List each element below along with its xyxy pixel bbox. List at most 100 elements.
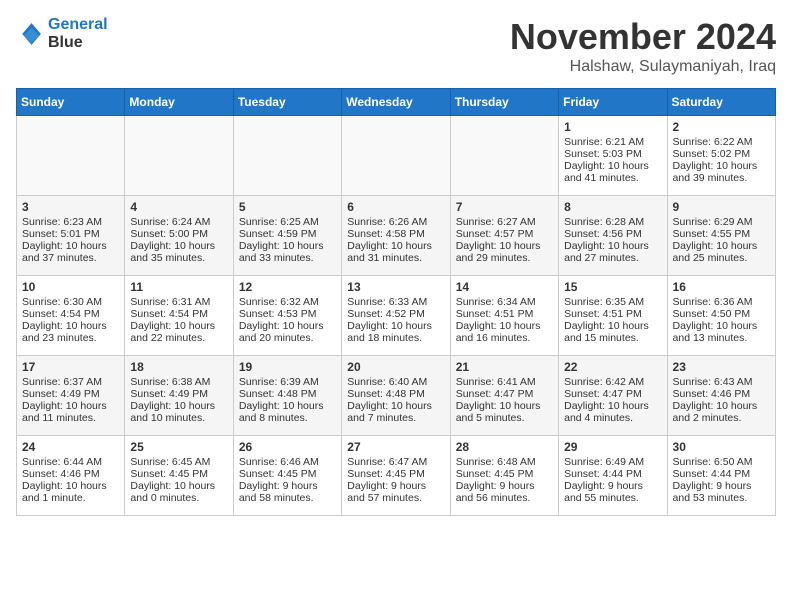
logo-text: General Blue: [48, 16, 108, 52]
day-info-line: Sunset: 4:49 PM: [130, 388, 227, 400]
day-number: 6: [347, 200, 444, 214]
day-info-line: Sunrise: 6:26 AM: [347, 216, 444, 228]
day-info-line: Sunset: 4:45 PM: [456, 468, 553, 480]
day-info-line: Sunrise: 6:41 AM: [456, 376, 553, 388]
day-info-line: Daylight: 10 hours: [564, 240, 661, 252]
day-info-line: Sunrise: 6:48 AM: [456, 456, 553, 468]
calendar-cell: 8Sunrise: 6:28 AMSunset: 4:56 PMDaylight…: [559, 196, 667, 276]
day-info-line: Sunset: 4:46 PM: [673, 388, 770, 400]
day-info-line: Sunset: 4:50 PM: [673, 308, 770, 320]
day-info-line: and 2 minutes.: [673, 412, 770, 424]
day-info-line: and 35 minutes.: [130, 252, 227, 264]
day-info-line: Sunrise: 6:37 AM: [22, 376, 119, 388]
day-info-line: Sunrise: 6:34 AM: [456, 296, 553, 308]
day-number: 30: [673, 440, 770, 454]
day-info-line: Sunset: 4:52 PM: [347, 308, 444, 320]
day-info-line: Daylight: 10 hours: [673, 400, 770, 412]
calendar-cell: [342, 116, 450, 196]
day-number: 16: [673, 280, 770, 294]
day-info-line: Daylight: 9 hours: [564, 480, 661, 492]
day-info-line: Sunrise: 6:32 AM: [239, 296, 336, 308]
day-info-line: Daylight: 10 hours: [673, 320, 770, 332]
calendar-cell: 5Sunrise: 6:25 AMSunset: 4:59 PMDaylight…: [233, 196, 341, 276]
calendar-cell: 18Sunrise: 6:38 AMSunset: 4:49 PMDayligh…: [125, 356, 233, 436]
day-info-line: and 13 minutes.: [673, 332, 770, 344]
day-info-line: Sunrise: 6:39 AM: [239, 376, 336, 388]
day-info-line: Sunset: 4:44 PM: [673, 468, 770, 480]
day-number: 19: [239, 360, 336, 374]
day-info-line: and 37 minutes.: [22, 252, 119, 264]
day-info-line: Sunset: 4:58 PM: [347, 228, 444, 240]
day-info-line: Daylight: 10 hours: [456, 400, 553, 412]
day-info-line: Sunset: 4:46 PM: [22, 468, 119, 480]
day-info-line: and 53 minutes.: [673, 492, 770, 504]
day-info-line: Sunset: 4:44 PM: [564, 468, 661, 480]
calendar-cell: 9Sunrise: 6:29 AMSunset: 4:55 PMDaylight…: [667, 196, 775, 276]
day-info-line: Sunrise: 6:36 AM: [673, 296, 770, 308]
day-info-line: Sunset: 4:45 PM: [130, 468, 227, 480]
day-info-line: Daylight: 10 hours: [347, 400, 444, 412]
day-info-line: Sunrise: 6:33 AM: [347, 296, 444, 308]
day-info-line: and 41 minutes.: [564, 172, 661, 184]
calendar-week-row: 17 Sunrise: 6:37 AM Sunset: 4:49 PM Dayligh…: [17, 356, 776, 436]
day-info-line: Sunset: 4:54 PM: [130, 308, 227, 320]
day-number: 28: [456, 440, 553, 454]
day-info-line: Sunset: 4:48 PM: [347, 388, 444, 400]
day-info-line: and 55 minutes.: [564, 492, 661, 504]
month-title: November 2024: [510, 16, 776, 58]
day-info-line: and 18 minutes.: [347, 332, 444, 344]
day-number: 29: [564, 440, 661, 454]
day-info-line: and 31 minutes.: [347, 252, 444, 264]
weekday-header: Wednesday: [342, 89, 450, 116]
day-info-line: and 16 minutes.: [456, 332, 553, 344]
calendar-cell: 20Sunrise: 6:40 AMSunset: 4:48 PMDayligh…: [342, 356, 450, 436]
day-number: 9: [673, 200, 770, 214]
weekday-header: Saturday: [667, 89, 775, 116]
day-info-line: Sunset: 5:02 PM: [673, 148, 770, 160]
day-info-line: and 27 minutes.: [564, 252, 661, 264]
day-info-line: and 11 minutes.: [22, 412, 119, 424]
day-info-line: Daylight: 9 hours: [673, 480, 770, 492]
day-info-line: and 15 minutes.: [564, 332, 661, 344]
day-info-line: Daylight: 10 hours: [564, 400, 661, 412]
calendar-cell: 24Sunrise: 6:44 AMSunset: 4:46 PMDayligh…: [17, 436, 125, 516]
day-info-line: Daylight: 10 hours: [22, 240, 119, 252]
day-info-line: Daylight: 10 hours: [347, 320, 444, 332]
calendar-cell: [233, 116, 341, 196]
calendar-cell: 23Sunrise: 6:43 AMSunset: 4:46 PMDayligh…: [667, 356, 775, 436]
title-section: November 2024 Halshaw, Sulaymaniyah, Ira…: [510, 16, 776, 76]
logo-icon: [16, 20, 44, 48]
calendar-cell: 30Sunrise: 6:50 AMSunset: 4:44 PMDayligh…: [667, 436, 775, 516]
day-info-line: and 58 minutes.: [239, 492, 336, 504]
day-info-line: and 4 minutes.: [564, 412, 661, 424]
calendar-header-row: SundayMondayTuesdayWednesdayThursdayFrid…: [17, 89, 776, 116]
day-number: 8: [564, 200, 661, 214]
day-info-line: Sunrise: 6:46 AM: [239, 456, 336, 468]
day-number: 13: [347, 280, 444, 294]
calendar-cell: 2Sunrise: 6:22 AMSunset: 5:02 PMDaylight…: [667, 116, 775, 196]
calendar-week-row: 24Sunrise: 6:44 AMSunset: 4:46 PMDayligh…: [17, 436, 776, 516]
day-info-line: Sunset: 4:55 PM: [673, 228, 770, 240]
day-info-line: Daylight: 10 hours: [130, 480, 227, 492]
day-info-line: Sunset: 5:01 PM: [22, 228, 119, 240]
calendar-cell: 25Sunrise: 6:45 AMSunset: 4:45 PMDayligh…: [125, 436, 233, 516]
calendar-cell: [17, 116, 125, 196]
calendar-week-row: 3Sunrise: 6:23 AMSunset: 5:01 PMDaylight…: [17, 196, 776, 276]
day-number: 3: [22, 200, 119, 214]
day-info-line: Sunset: 4:47 PM: [456, 388, 553, 400]
day-info-line: and 5 minutes.: [456, 412, 553, 424]
day-info-line: Daylight: 10 hours: [564, 160, 661, 172]
day-info-line: Sunrise: 6:29 AM: [673, 216, 770, 228]
location: Halshaw, Sulaymaniyah, Iraq: [510, 58, 776, 76]
day-number: 17: [22, 360, 119, 374]
calendar-cell: 3Sunrise: 6:23 AMSunset: 5:01 PMDaylight…: [17, 196, 125, 276]
day-info-line: Sunset: 4:59 PM: [239, 228, 336, 240]
day-info-line: Sunrise: 6:44 AM: [22, 456, 119, 468]
day-info-line: Daylight: 10 hours: [456, 320, 553, 332]
day-number: 15: [564, 280, 661, 294]
day-info-line: Sunrise: 6:38 AM: [130, 376, 227, 388]
day-info-line: Sunrise: 6:25 AM: [239, 216, 336, 228]
calendar-cell: [450, 116, 558, 196]
calendar-cell: 14Sunrise: 6:34 AMSunset: 4:51 PMDayligh…: [450, 276, 558, 356]
day-info-line: Sunset: 4:45 PM: [347, 468, 444, 480]
